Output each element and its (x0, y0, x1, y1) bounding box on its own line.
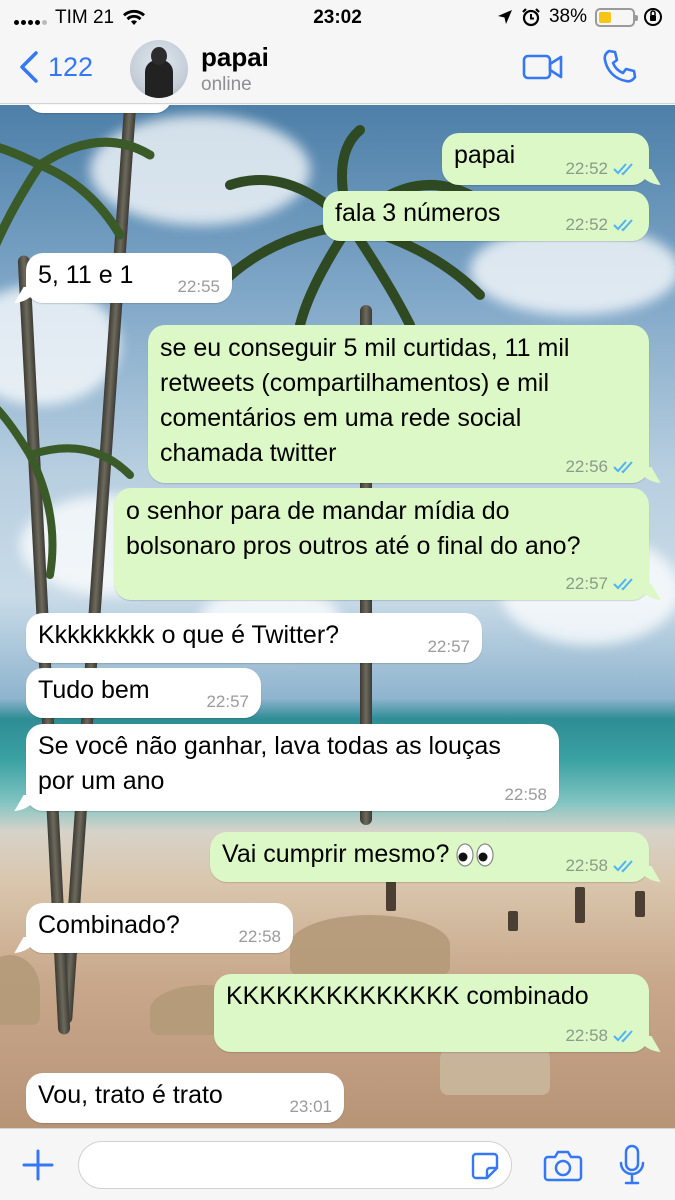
message-bubble-out[interactable]: fala 3 números 22:52 (323, 191, 649, 241)
status-right: 38% (497, 6, 663, 28)
read-receipt-icon (613, 461, 633, 474)
chat-header: 122 papai online (0, 36, 675, 104)
battery-icon (595, 7, 638, 27)
message-bubble-in[interactable]: 5, 11 e 1 22:55 (26, 253, 232, 303)
message-bubble-in[interactable]: Vou, trato é trato 23:01 (26, 1073, 344, 1123)
status-bar: TIM 21 23:02 38% (0, 0, 675, 36)
contact-name[interactable]: papai (201, 42, 269, 73)
phone-icon[interactable] (600, 48, 638, 86)
read-receipt-icon (613, 219, 633, 232)
message-bubble-in[interactable]: Tudo bem 22:57 (26, 668, 261, 718)
message-time: 22:55 (177, 277, 220, 296)
message-time: 22:52 (565, 159, 608, 178)
message-time: 22:58 (565, 856, 608, 875)
message-bubble-out[interactable]: o senhor para de mandar mídia do bolsona… (114, 488, 649, 600)
message-text: Kkkkkkkkk o que é Twitter? (38, 621, 340, 649)
back-chevron-icon (20, 51, 38, 83)
message-input[interactable] (78, 1141, 512, 1189)
message-bubble-out[interactable]: papai 22:52 (442, 133, 649, 185)
back-button[interactable]: 122 (18, 50, 93, 84)
alarm-icon (522, 8, 540, 27)
message-text: Se você não ganhar, lava todas as louças… (38, 732, 501, 795)
message-time: 22:57 (427, 637, 470, 656)
read-receipt-icon (613, 1030, 633, 1043)
read-receipt-icon (613, 860, 633, 873)
camera-icon[interactable] (543, 1147, 583, 1183)
avatar[interactable] (130, 40, 188, 98)
contact-status: online (201, 74, 252, 95)
message-time: 22:58 (565, 1026, 608, 1045)
orientation-lock-icon (644, 8, 662, 26)
message-bubble-in[interactable]: Combinado? 22:58 (26, 903, 293, 953)
message-text: o senhor para de mandar mídia do bolsona… (126, 497, 581, 560)
battery-percent: 38% (548, 6, 587, 27)
message-text: se eu conseguir 5 mil curtidas, 11 mil r… (160, 334, 570, 467)
message-text: KKKKKKKKKKKKKK combinado (226, 982, 589, 1010)
microphone-icon[interactable] (617, 1143, 647, 1187)
video-call-icon[interactable] (522, 52, 564, 82)
message-bubble-out[interactable]: se eu conseguir 5 mil curtidas, 11 mil r… (148, 325, 649, 483)
message-bubble-in[interactable]: Kkkkkkkkk o que é Twitter? 22:57 (26, 613, 482, 663)
message-time: 22:58 (238, 927, 281, 946)
read-receipt-icon (613, 578, 633, 591)
chat-area[interactable]: papai 22:52 fala 3 números 22:52 5, 11 e… (0, 105, 675, 1128)
input-bar (0, 1128, 675, 1200)
message-time: 22:52 (565, 215, 608, 234)
message-bubble-out[interactable]: KKKKKKKKKKKKKK combinado 22:58 (214, 974, 649, 1052)
message-text: Vou, trato é trato (38, 1081, 223, 1109)
read-receipt-icon (613, 163, 633, 176)
plus-icon[interactable] (20, 1147, 56, 1183)
message-time: 22:57 (565, 574, 608, 593)
message-time: 22:58 (504, 785, 547, 804)
sticker-icon[interactable] (470, 1151, 500, 1181)
eyes-emoji-icon (456, 843, 494, 867)
message-bubble-in[interactable]: Se você não ganhar, lava todas as louças… (26, 724, 559, 811)
location-arrow-icon (497, 10, 512, 24)
message-bubble-out[interactable]: Vai cumprir mesmo? 22:58 (210, 832, 649, 882)
unread-count: 122 (48, 51, 94, 82)
message-time: 22:57 (206, 692, 249, 711)
message-text-content: Vai cumprir mesmo? (222, 840, 450, 868)
message-time: 22:56 (565, 457, 608, 476)
message-bubble-partial (26, 105, 172, 113)
message-time: 23:01 (289, 1097, 332, 1116)
